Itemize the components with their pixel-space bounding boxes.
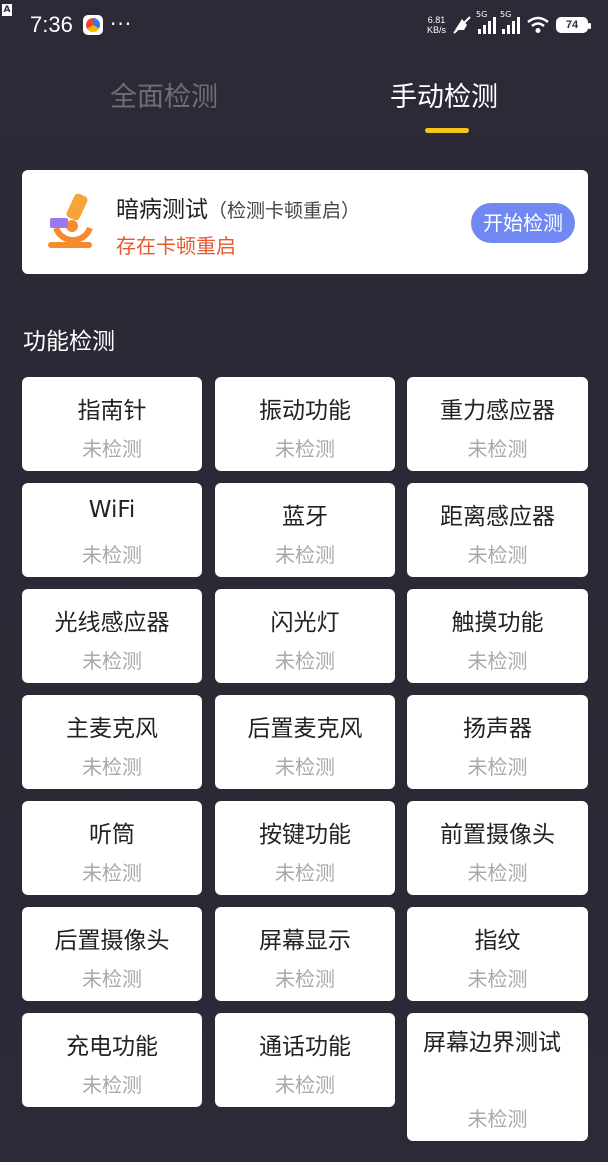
function-item-name: 蓝牙 [282, 504, 328, 530]
function-item[interactable]: 充电功能 未检测 [22, 1013, 202, 1107]
app-notification-icon [83, 15, 103, 35]
silent-mode-icon [453, 16, 471, 34]
function-item[interactable]: 主麦克风 未检测 [22, 695, 202, 789]
function-item-state: 未检测 [467, 437, 528, 461]
function-item[interactable]: 触摸功能 未检测 [407, 589, 588, 683]
function-item[interactable]: 后置摄像头 未检测 [22, 907, 202, 1001]
function-item-state: 未检测 [467, 861, 528, 885]
function-item-state: 未检测 [275, 861, 335, 885]
function-item-state: 未检测 [275, 437, 335, 461]
function-item[interactable]: 扬声器 未检测 [407, 695, 588, 789]
function-item[interactable]: 前置摄像头 未检测 [407, 801, 588, 895]
tab-full-check[interactable]: 全面检测 [110, 80, 218, 116]
function-item-state: 未检测 [275, 755, 335, 779]
function-item[interactable]: 按键功能 未检测 [215, 801, 395, 895]
network-speed-value: 6.81 [427, 15, 446, 25]
function-item-name: 后置麦克风 [247, 716, 363, 742]
function-item-state: 未检测 [467, 649, 528, 673]
function-item-name: 屏幕显示 [259, 928, 351, 954]
function-item[interactable]: 蓝牙 未检测 [215, 483, 395, 577]
function-item[interactable]: 听筒 未检测 [22, 801, 202, 895]
function-item[interactable]: 指纹 未检测 [407, 907, 588, 1001]
start-check-button[interactable]: 开始检测 [471, 203, 575, 243]
function-item-name: 光线感应器 [54, 610, 170, 636]
tab-manual-check[interactable]: 手动检测 [390, 80, 498, 116]
function-item-name: WiFi [88, 497, 136, 523]
wifi-icon [527, 16, 549, 33]
section-title-function-check: 功能检测 [23, 329, 115, 355]
function-item-name: 指南针 [77, 398, 147, 424]
function-item-name: 指纹 [474, 928, 521, 954]
more-notifications-icon: ··· [110, 12, 133, 36]
battery-icon: 74 [556, 17, 591, 33]
status-time: 7:36 [30, 12, 73, 37]
signal-sim2-icon: 5G [500, 10, 520, 34]
hidden-issue-title-text: 暗病测试 [116, 197, 208, 223]
function-item-state: 未检测 [275, 649, 335, 673]
function-item-state: 未检测 [467, 967, 528, 991]
battery-level: 74 [565, 19, 579, 31]
function-item[interactable]: 振动功能 未检测 [215, 377, 395, 471]
function-item-state: 未检测 [82, 967, 142, 991]
status-bar: A 7:36 ··· 6.81 KB/s 5G 5G 74 [0, 0, 608, 54]
function-item-state: 未检测 [275, 1073, 335, 1097]
microscope-icon [48, 193, 93, 248]
function-item-name: 距离感应器 [440, 504, 555, 530]
function-item-state: 未检测 [82, 1073, 142, 1097]
function-item[interactable]: 距离感应器 未检测 [407, 483, 588, 577]
hidden-issue-test-card: 暗病测试（检测卡顿重启） 存在卡顿重启 开始检测 [22, 170, 588, 274]
function-item-state: 未检测 [82, 543, 142, 567]
signal-sim1-icon: 5G [476, 10, 496, 34]
function-item-name: 主麦克风 [66, 716, 158, 742]
function-item-state: 未检测 [467, 1107, 528, 1131]
hidden-issue-status: 存在卡顿重启 [116, 234, 236, 258]
function-item[interactable]: 屏幕边界测试未检测 [407, 1013, 588, 1141]
function-item[interactable]: 重力感应器 未检测 [407, 377, 588, 471]
function-item[interactable]: WiFi 未检测 [22, 483, 202, 577]
function-item-state: 未检测 [467, 755, 528, 779]
hidden-issue-title: 暗病测试（检测卡顿重启） [116, 190, 360, 224]
sim1-label: 5G [476, 10, 488, 19]
function-item-state: 未检测 [467, 543, 528, 567]
function-item-name: 听筒 [89, 822, 135, 848]
function-item[interactable]: 光线感应器 未检测 [22, 589, 202, 683]
function-item-name: 按键功能 [259, 822, 351, 848]
function-item-name: 扬声器 [463, 716, 532, 742]
function-item-name: 闪光灯 [270, 610, 340, 636]
network-speed: 6.81 KB/s [427, 15, 446, 35]
function-item-state: 未检测 [82, 861, 142, 885]
function-item-state: 未检测 [82, 755, 142, 779]
function-item[interactable]: 通话功能 未检测 [215, 1013, 395, 1107]
sim2-label: 5G [500, 10, 512, 19]
function-item-name: 屏幕边界测试 [423, 1030, 561, 1056]
function-item-name: 通话功能 [259, 1034, 351, 1060]
function-item-name: 振动功能 [259, 398, 351, 424]
hidden-issue-subtitle: （检测卡顿重启） [208, 200, 361, 222]
function-item-name: 前置摄像头 [440, 822, 555, 848]
function-item-state: 未检测 [82, 437, 142, 461]
function-item-name: 触摸功能 [451, 610, 544, 636]
function-item-name: 后置摄像头 [54, 928, 170, 954]
function-item-state: 未检测 [275, 967, 335, 991]
network-speed-unit: KB/s [426, 25, 446, 35]
function-item-state: 未检测 [275, 543, 335, 567]
function-item[interactable]: 指南针 未检测 [22, 377, 202, 471]
function-item-name: 重力感应器 [440, 398, 555, 424]
function-item[interactable]: 闪光灯 未检测 [215, 589, 395, 683]
function-item-name: 充电功能 [66, 1034, 158, 1060]
function-item[interactable]: 屏幕显示 未检测 [215, 907, 395, 1001]
function-item[interactable]: 后置麦克风 未检测 [215, 695, 395, 789]
accessibility-badge-icon: A [2, 4, 12, 16]
active-tab-indicator [425, 128, 469, 133]
status-indicators: 6.81 KB/s 5G 5G 74 [427, 10, 591, 40]
function-item-state: 未检测 [82, 649, 142, 673]
